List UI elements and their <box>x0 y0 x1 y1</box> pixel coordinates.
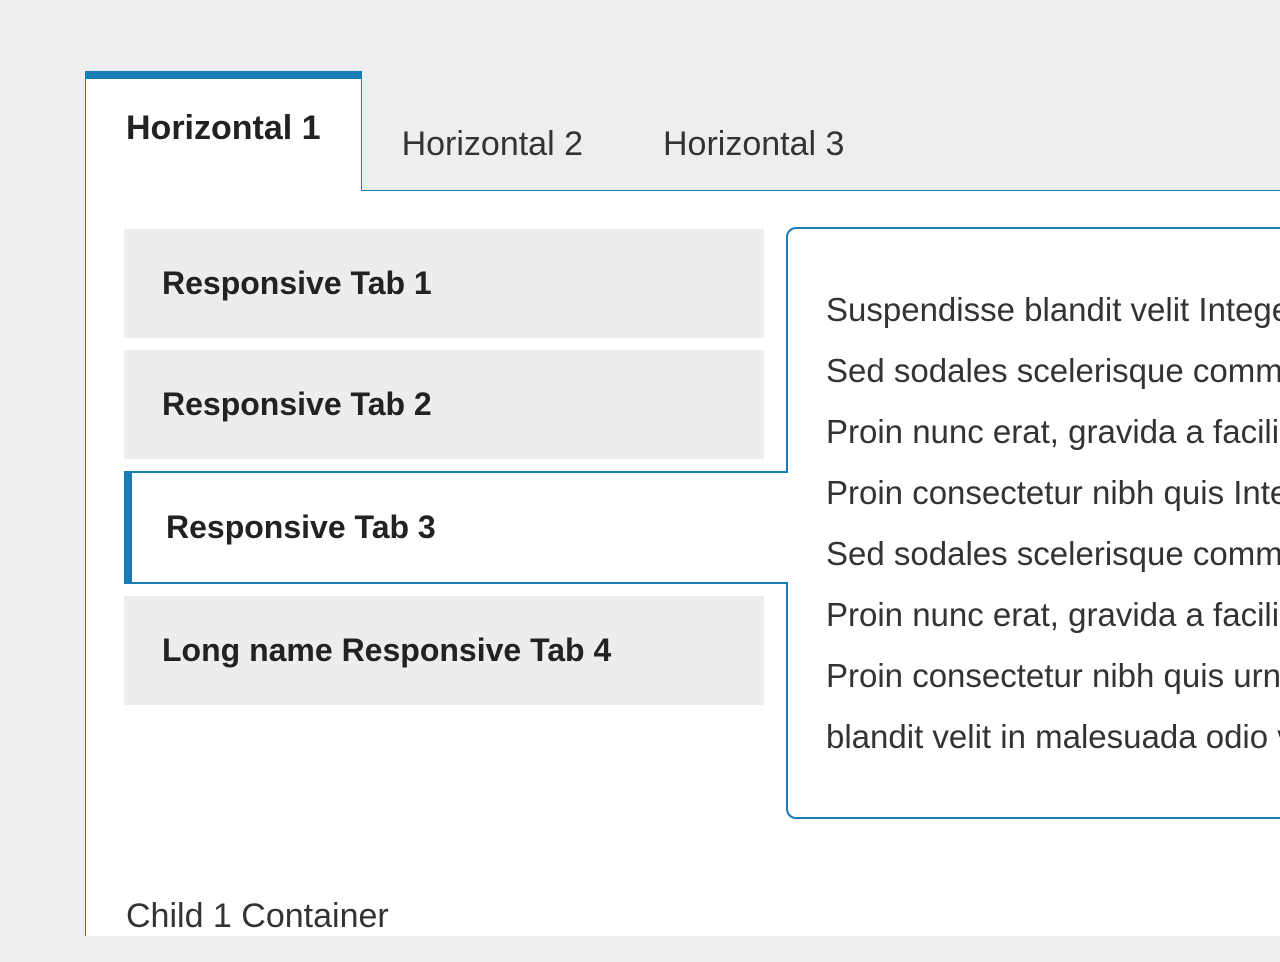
tab-responsive-4[interactable]: Long name Responsive Tab 4 <box>124 596 764 705</box>
vertical-tabs: Responsive Tab 1 Responsive Tab 2 Respon… <box>124 229 764 819</box>
tab-panel-horizontal-1: Responsive Tab 1 Responsive Tab 2 Respon… <box>85 190 1280 936</box>
tab-responsive-3[interactable]: Responsive Tab 3 <box>124 471 788 584</box>
content-paragraph: Suspendisse blandit velit Integer laoree… <box>826 279 1280 767</box>
tab-horizontal-2[interactable]: Horizontal 2 <box>362 93 623 190</box>
tab-horizontal-3[interactable]: Horizontal 3 <box>623 93 884 190</box>
tab-horizontal-1[interactable]: Horizontal 1 <box>85 71 362 191</box>
horizontal-tabs: Horizontal 1 Horizontal 2 Horizontal 3 <box>85 70 1280 190</box>
tab-responsive-2[interactable]: Responsive Tab 2 <box>124 350 764 459</box>
tab-content-responsive-3: Suspendisse blandit velit Integer laoree… <box>786 227 1280 819</box>
child-container-caption: Child 1 Container <box>126 897 1280 936</box>
tab-responsive-1[interactable]: Responsive Tab 1 <box>124 229 764 338</box>
